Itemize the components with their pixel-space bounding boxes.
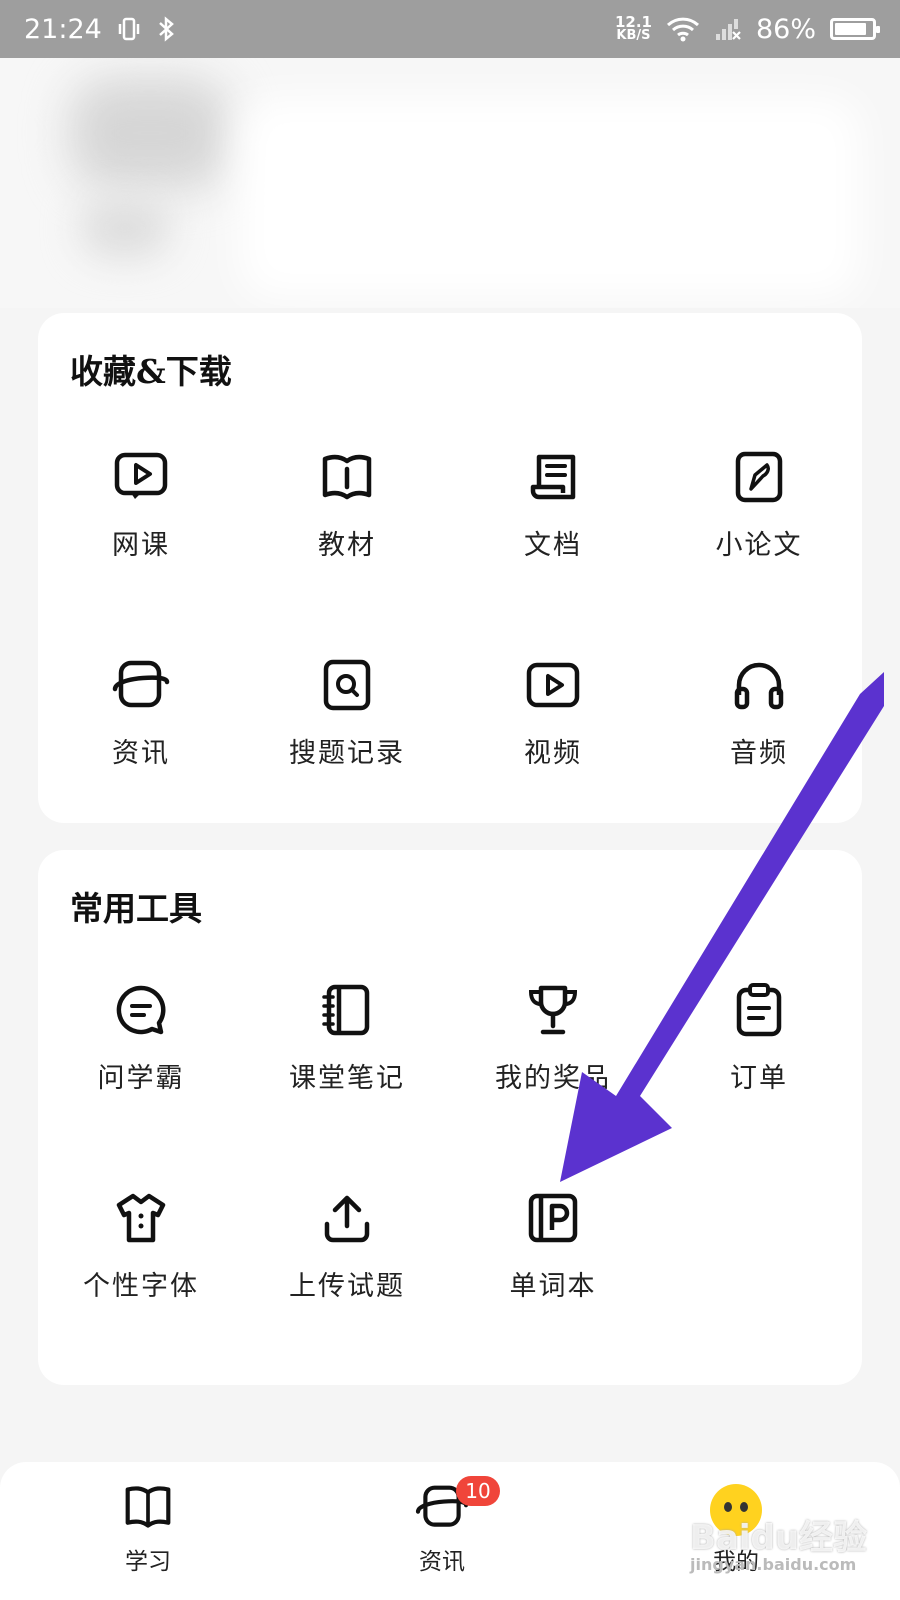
network-speed: 12.1 KB/S bbox=[614, 13, 652, 43]
wifi-icon bbox=[666, 16, 700, 42]
section-title-collect: 收藏&下载 bbox=[70, 352, 232, 391]
grid-item-orders[interactable]: 订单 bbox=[656, 978, 862, 1095]
grid-item-audio[interactable]: 音频 bbox=[656, 653, 862, 770]
collect-download-card: 收藏&下载 网课 教材 文档 小论文 资讯 搜题记录 视频 音频 bbox=[38, 313, 862, 823]
grid-item-ask-expert[interactable]: 问学霸 bbox=[38, 978, 244, 1095]
upload-icon bbox=[315, 1186, 379, 1250]
bluetooth-icon bbox=[156, 16, 176, 42]
vibrate-icon bbox=[116, 16, 142, 42]
grid-item-document[interactable]: 文档 bbox=[450, 445, 656, 562]
signal-icon bbox=[714, 16, 742, 42]
trophy-icon bbox=[521, 978, 585, 1042]
grid-item-upload-questions[interactable]: 上传试题 bbox=[244, 1186, 450, 1303]
news-badge-count: 10 bbox=[456, 1476, 500, 1506]
word-book-icon bbox=[521, 1186, 585, 1250]
common-tools-card: 常用工具 问学霸 课堂笔记 我的奖品 订单 个性字体 上传试题 单词本 bbox=[38, 850, 862, 1385]
battery-icon bbox=[830, 18, 880, 40]
grid-item-class-notes[interactable]: 课堂笔记 bbox=[244, 978, 450, 1095]
battery-percent: 86% bbox=[755, 13, 816, 45]
status-time: 21:24 bbox=[24, 13, 102, 45]
status-bar: 21:24 12.1 KB/S 86% bbox=[0, 0, 900, 58]
grid-item-my-prizes[interactable]: 我的奖品 bbox=[450, 978, 656, 1095]
grid-item-online-course[interactable]: 网课 bbox=[38, 445, 244, 562]
clipboard-icon bbox=[727, 978, 791, 1042]
chat-bubble-icon bbox=[109, 978, 173, 1042]
notebook-icon bbox=[315, 978, 379, 1042]
baidu-watermark: Baidu经验 jingyan.baidu.com bbox=[690, 1518, 868, 1574]
book-icon bbox=[122, 1484, 174, 1536]
headphones-icon bbox=[727, 653, 791, 717]
grid-item-word-book[interactable]: 单词本 bbox=[450, 1186, 656, 1303]
grid-item-video[interactable]: 视频 bbox=[450, 653, 656, 770]
search-box-icon bbox=[315, 653, 379, 717]
profile-header-blurred bbox=[0, 58, 900, 308]
grid-item-news[interactable]: 资讯 bbox=[38, 653, 244, 770]
grid-item-essay[interactable]: 小论文 bbox=[656, 445, 862, 562]
planet-icon bbox=[109, 653, 173, 717]
grid-item-search-history[interactable]: 搜题记录 bbox=[244, 653, 450, 770]
grid-item-custom-font[interactable]: 个性字体 bbox=[38, 1186, 244, 1303]
book-icon bbox=[315, 445, 379, 509]
section-title-tools: 常用工具 bbox=[70, 889, 202, 928]
grid-item-textbook[interactable]: 教材 bbox=[244, 445, 450, 562]
tab-news[interactable]: 10 资讯 bbox=[382, 1476, 502, 1576]
scroll-document-icon bbox=[521, 445, 585, 509]
video-bubble-icon bbox=[109, 445, 173, 509]
tab-study[interactable]: 学习 bbox=[88, 1484, 208, 1576]
shirt-icon bbox=[109, 1186, 173, 1250]
play-icon bbox=[521, 653, 585, 717]
pen-nib-icon bbox=[727, 445, 791, 509]
